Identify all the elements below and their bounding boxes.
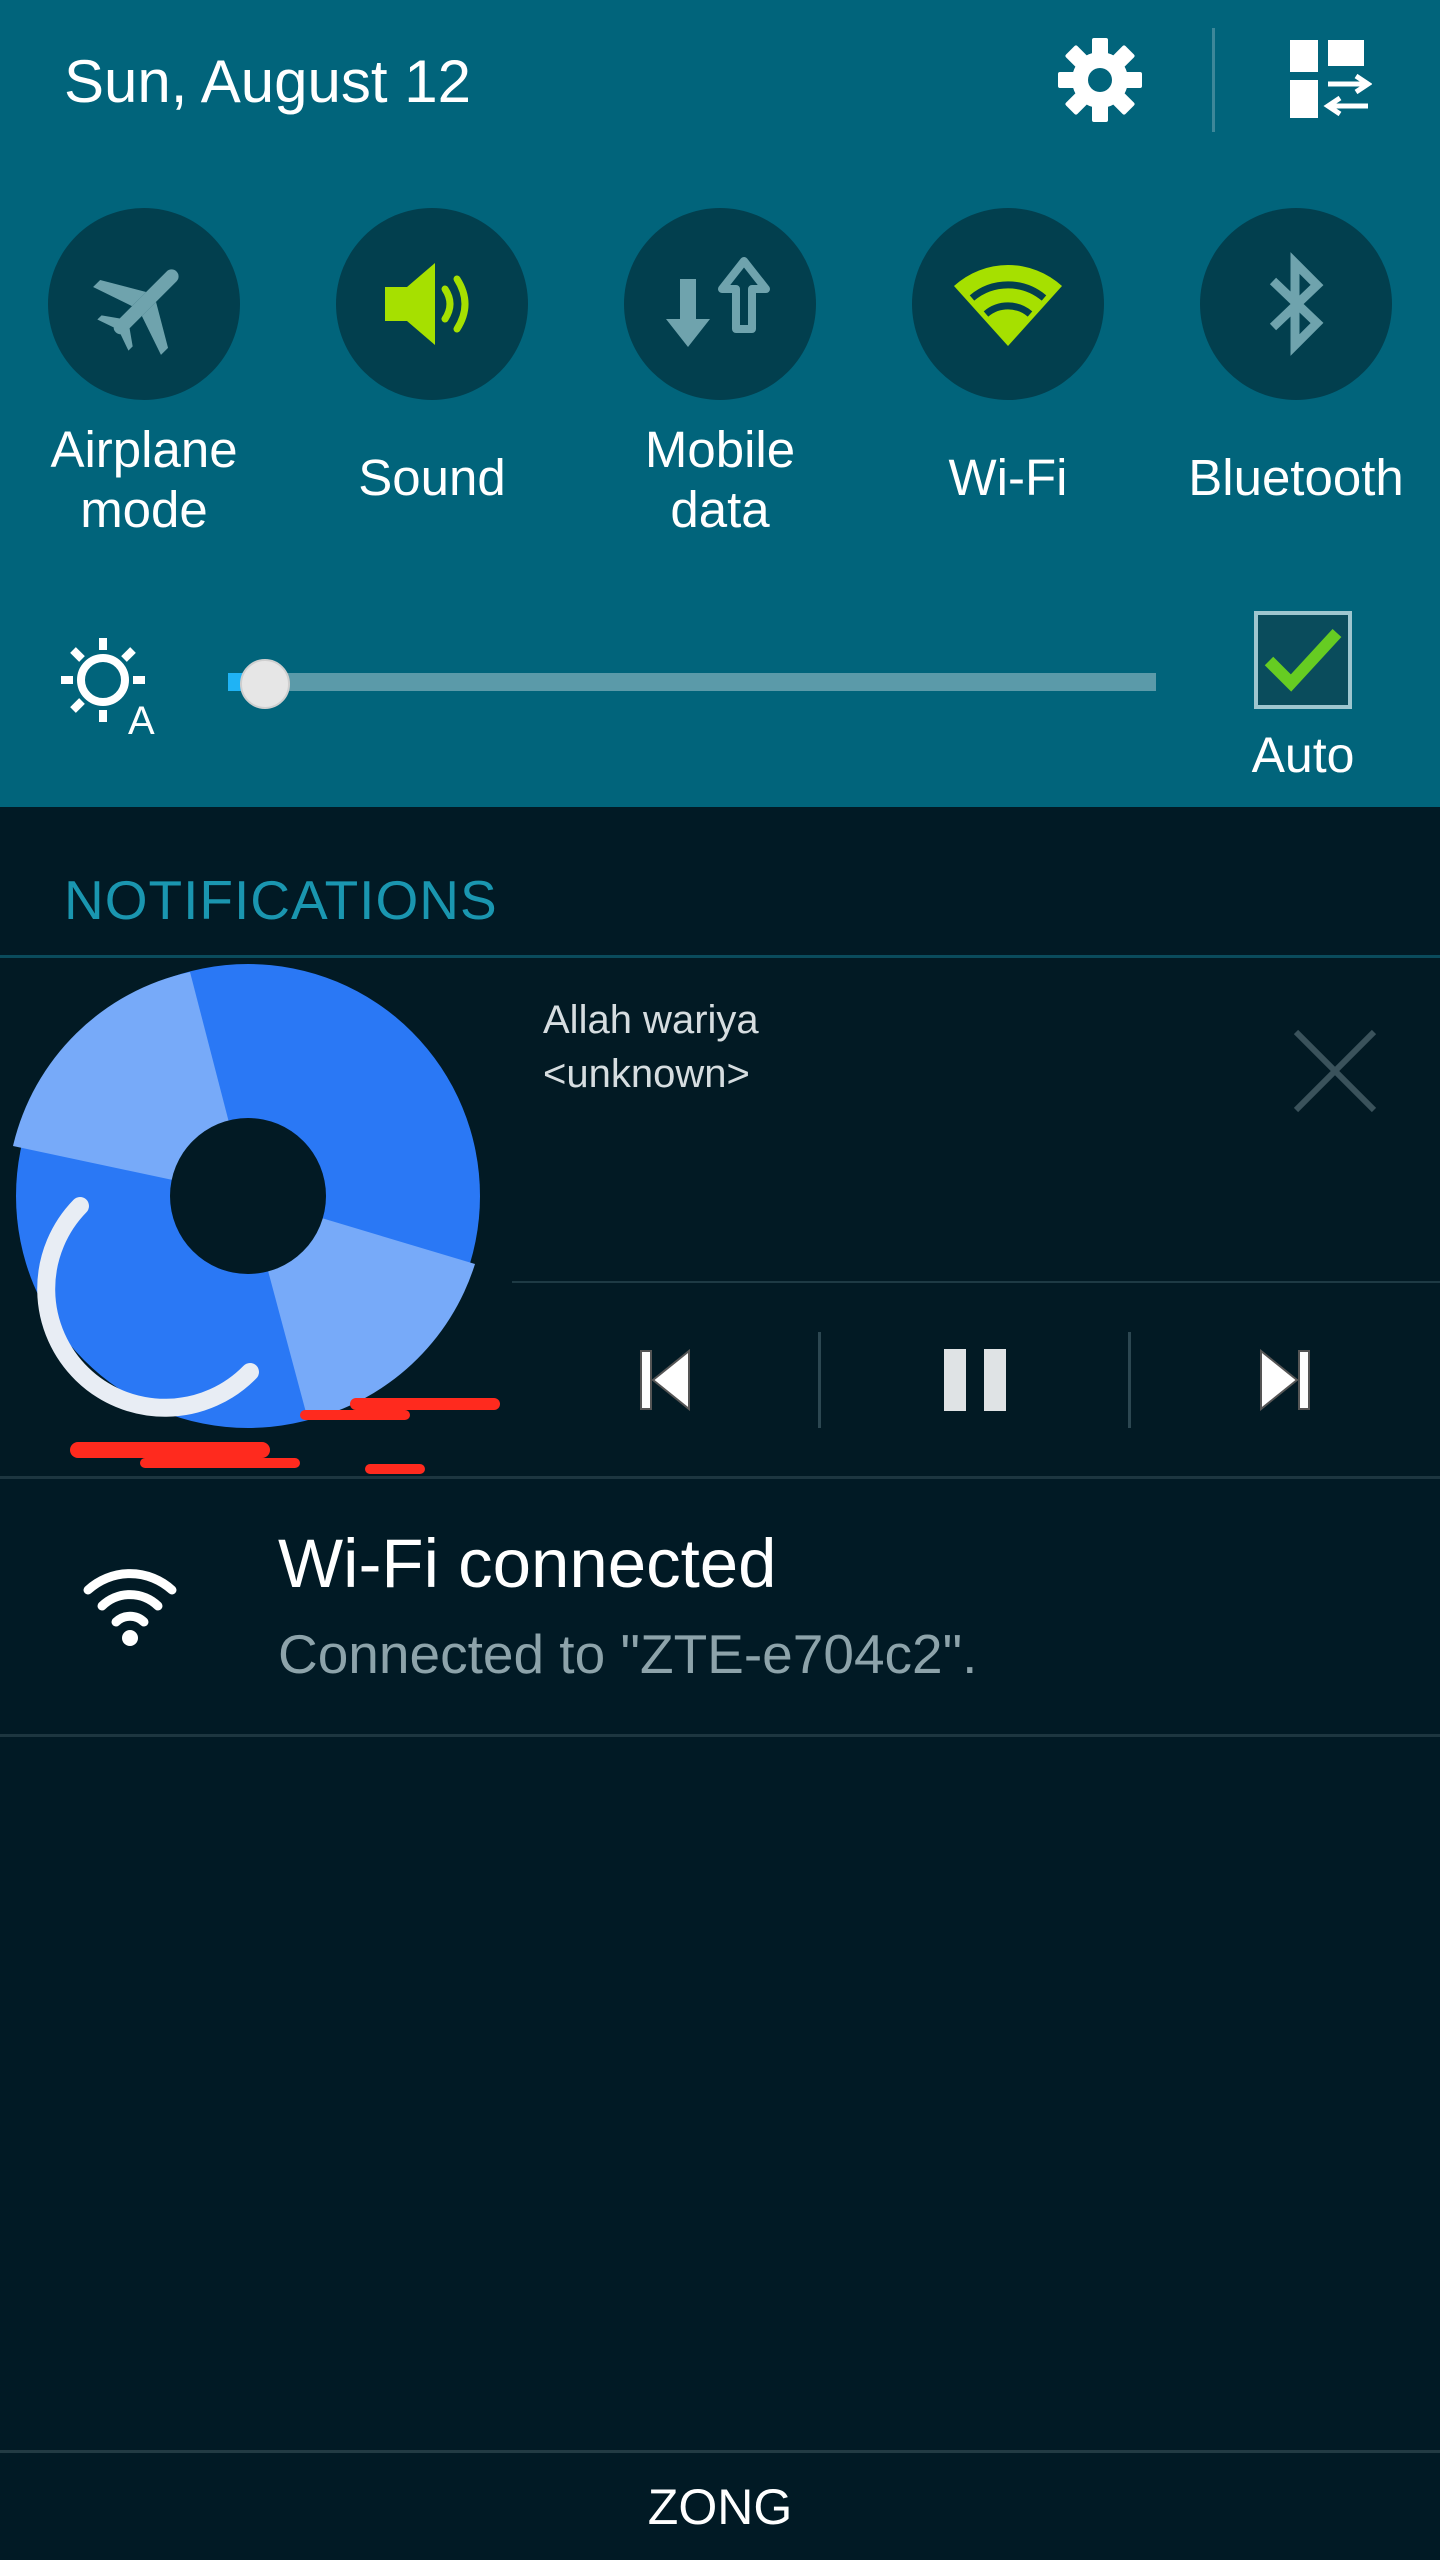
data-arrows-icon xyxy=(666,257,770,347)
toggle-label: Wi-Fi xyxy=(948,449,1068,506)
song-artist: <unknown> xyxy=(543,1052,750,1096)
bluetooth-icon xyxy=(1269,252,1324,356)
edit-quick-settings-button[interactable] xyxy=(1270,30,1390,130)
toggle-mobile-data[interactable]: Mobile data xyxy=(576,208,864,568)
next-track-button[interactable] xyxy=(1210,1330,1360,1430)
auto-brightness-label: Auto xyxy=(1251,727,1355,783)
sound-toggle-circle xyxy=(336,208,528,400)
song-title: Allah wariya xyxy=(543,998,759,1042)
checkmark-icon xyxy=(1264,628,1342,692)
control-separator xyxy=(818,1332,821,1428)
speaker-icon xyxy=(385,263,469,345)
previous-track-button[interactable] xyxy=(590,1330,740,1430)
toggle-wifi[interactable]: Wi-Fi xyxy=(864,208,1152,568)
settings-button[interactable] xyxy=(1040,30,1160,130)
toggle-label: Mobile data xyxy=(644,421,796,538)
header-divider xyxy=(1212,28,1215,132)
previous-icon xyxy=(640,1348,690,1412)
grid-edit-icon xyxy=(1290,40,1372,118)
date-label: Sun, August 12 xyxy=(64,48,471,115)
toggle-label: Bluetooth xyxy=(1188,449,1404,506)
brightness-slider-thumb[interactable] xyxy=(240,659,291,709)
auto-brightness-icon: A xyxy=(58,630,168,743)
airplane-toggle-circle xyxy=(48,208,240,400)
control-separator xyxy=(1128,1332,1131,1428)
bluetooth-toggle-circle xyxy=(1200,208,1392,400)
toggle-bluetooth[interactable]: Bluetooth xyxy=(1152,208,1440,568)
close-icon xyxy=(1293,1029,1377,1113)
music-controls-divider xyxy=(512,1281,1440,1283)
mobile-data-toggle-circle xyxy=(624,208,816,400)
wifi-toggle-circle xyxy=(912,208,1104,400)
notification-separator xyxy=(0,1734,1440,1737)
carrier-label: ZONG xyxy=(647,2479,793,2535)
notifications-header: NOTIFICATIONS xyxy=(64,869,498,931)
carrier-divider xyxy=(0,2450,1440,2453)
wifi-connected-notification[interactable] xyxy=(0,1478,1440,1734)
album-art-icon xyxy=(10,958,510,1478)
brightness-slider-track[interactable] xyxy=(228,673,1156,691)
toggle-label: Sound xyxy=(358,449,506,506)
wifi-icon xyxy=(954,265,1062,346)
close-music-button[interactable] xyxy=(1280,1016,1390,1126)
svg-text:A: A xyxy=(128,699,155,740)
pause-icon xyxy=(944,1349,1006,1411)
airplane-icon xyxy=(93,269,179,355)
toggle-label: Airplane mode xyxy=(50,421,238,538)
pause-button[interactable] xyxy=(900,1330,1050,1430)
toggle-sound[interactable]: Sound xyxy=(288,208,576,568)
quick-settings-panel: Sun, August 12 Airplane mode Sound Mobil… xyxy=(0,0,1440,807)
auto-brightness-checkbox[interactable] xyxy=(1254,611,1352,709)
gear-icon xyxy=(1058,38,1142,122)
wifi-notification-icon xyxy=(70,1560,190,1650)
wifi-notification-title: Wi-Fi connected xyxy=(278,1525,777,1602)
toggle-airplane-mode[interactable]: Airplane mode xyxy=(0,208,288,568)
wifi-notification-subtitle: Connected to "ZTE-e704c2". xyxy=(278,1623,978,1685)
next-icon xyxy=(1260,1348,1310,1412)
